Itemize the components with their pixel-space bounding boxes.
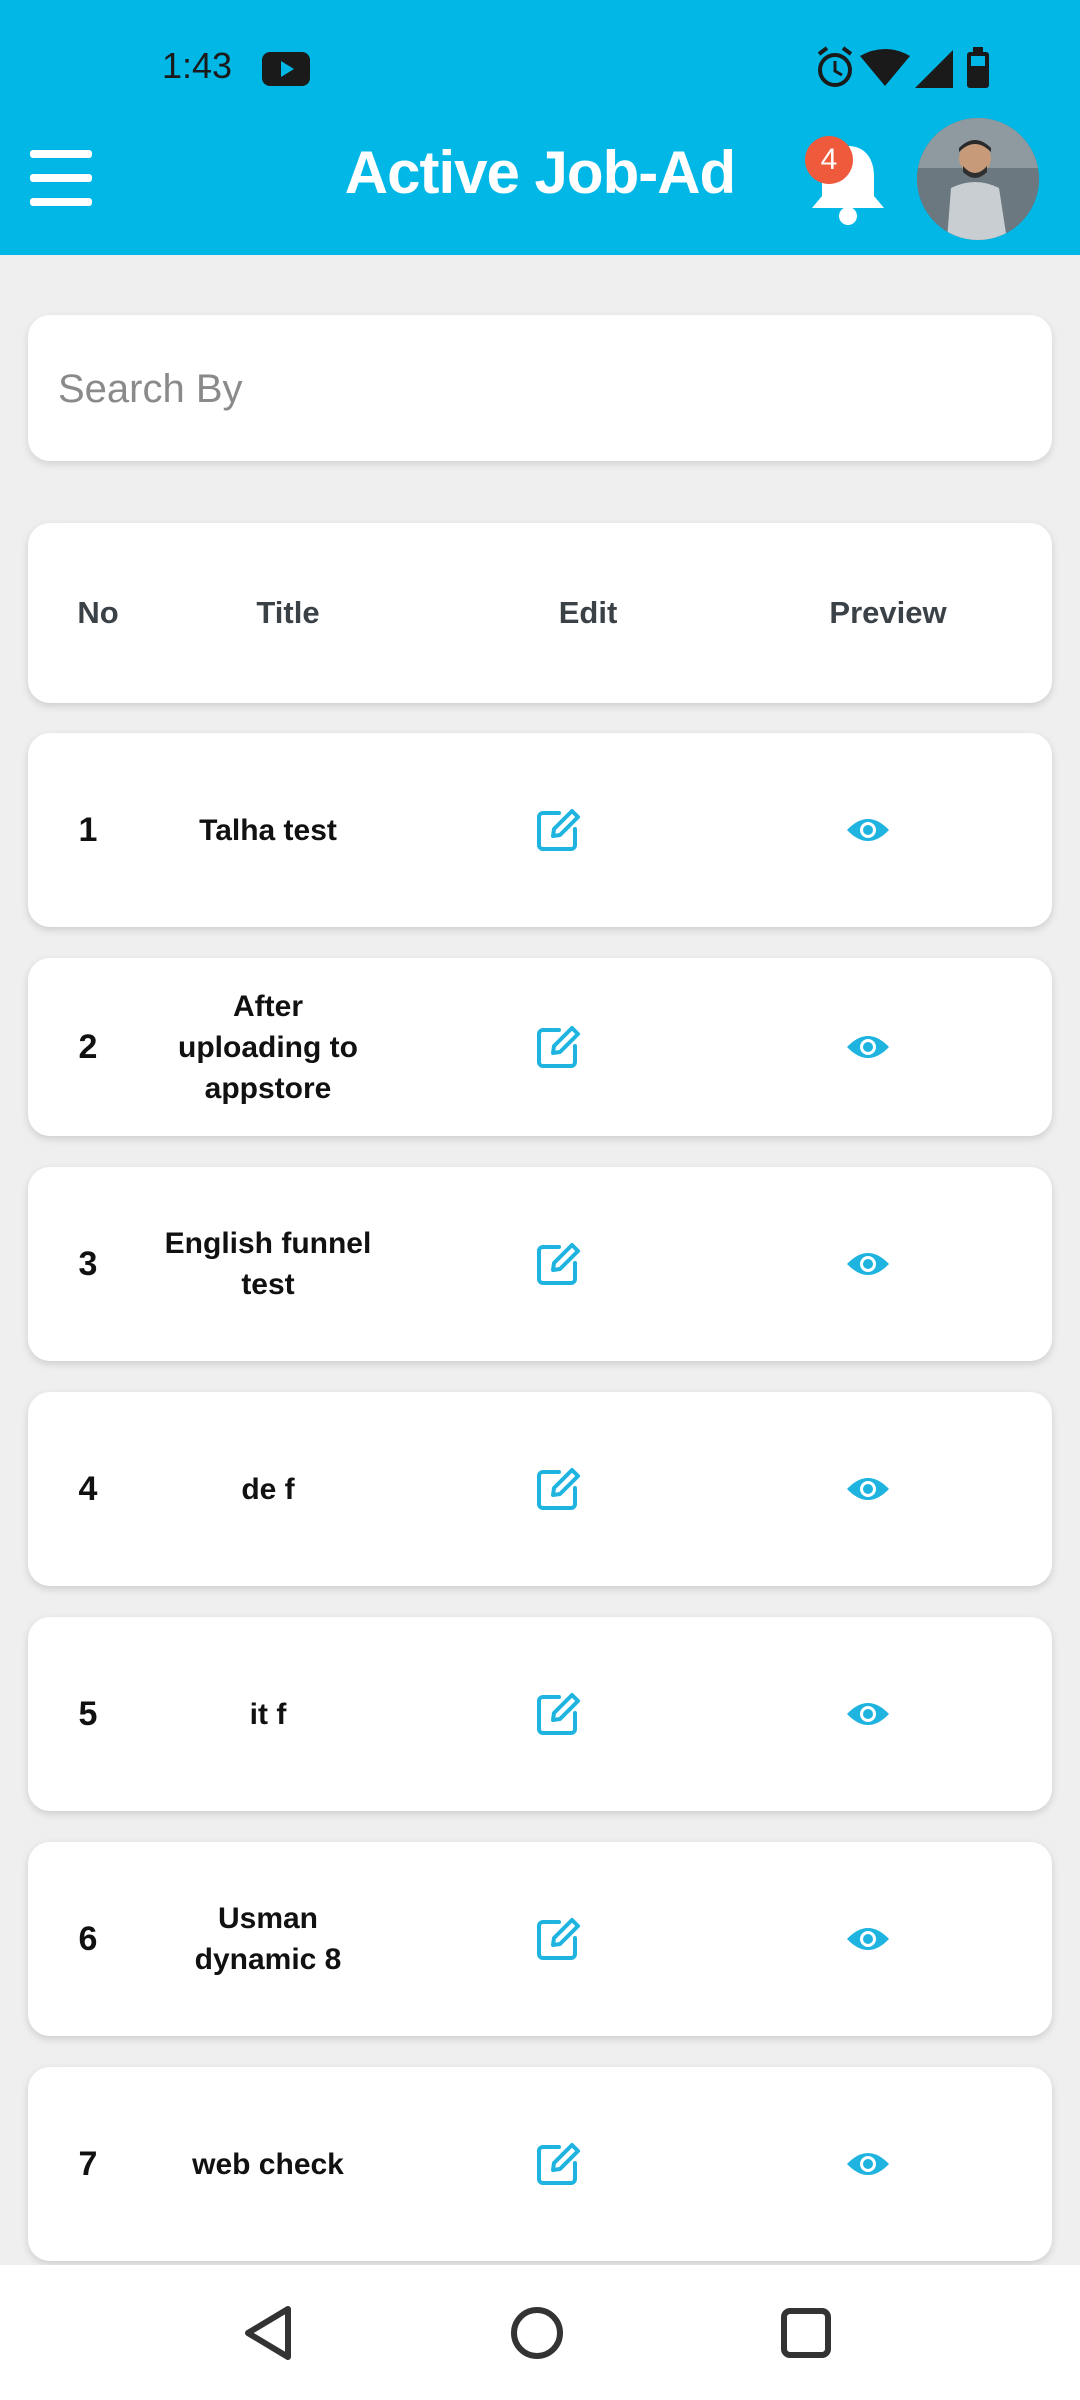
- edit-pencil-icon[interactable]: [533, 1239, 583, 1289]
- edit-pencil-icon[interactable]: [533, 805, 583, 855]
- edit-pencil-icon[interactable]: [533, 2139, 583, 2189]
- signal-icon: [915, 50, 953, 88]
- edit-pencil-icon[interactable]: [533, 1689, 583, 1739]
- eye-icon[interactable]: [845, 814, 891, 846]
- row-title: After uploading to appstore: [178, 989, 358, 1105]
- row-title: web check: [192, 2147, 344, 2181]
- row-title: de f: [241, 1472, 295, 1506]
- table-row: 1 Talha test: [28, 733, 1052, 927]
- eye-icon[interactable]: [845, 2148, 891, 2180]
- edit-pencil-icon[interactable]: [533, 1914, 583, 1964]
- eye-icon[interactable]: [845, 1031, 891, 1063]
- edit-pencil-icon[interactable]: [533, 1464, 583, 1514]
- row-number: 7: [78, 2144, 98, 2183]
- header-preview: Preview: [829, 595, 947, 630]
- row-title: Talha test: [199, 813, 337, 847]
- search-input[interactable]: [56, 315, 1020, 463]
- app-header: 1:43 Active Job-Ad 4: [0, 0, 1080, 255]
- table-row: 6 Usman dynamic 8: [28, 1842, 1052, 2036]
- table-header: No Title Edit Preview: [28, 523, 1052, 703]
- header-title: Title: [256, 595, 320, 630]
- avatar-image: [917, 118, 1039, 240]
- row-number: 6: [78, 1919, 98, 1958]
- battery-icon: [967, 47, 989, 88]
- circle-home-icon: [511, 2307, 563, 2359]
- status-time: 1:43: [162, 45, 233, 86]
- row-number: 1: [78, 810, 98, 849]
- nav-back-button[interactable]: [228, 2293, 308, 2373]
- row-title: English funnel test: [164, 1227, 372, 1301]
- nav-recents-button[interactable]: [766, 2293, 846, 2373]
- table-row: 4 de f: [28, 1392, 1052, 1586]
- wifi-icon: [860, 49, 910, 86]
- notification-badge: 4: [805, 136, 853, 184]
- row-title: it f: [249, 1697, 287, 1731]
- table-row: 7 web check: [28, 2067, 1052, 2261]
- alarm-icon: [817, 46, 853, 87]
- eye-icon[interactable]: [845, 1248, 891, 1280]
- square-recents-icon: [781, 2308, 831, 2358]
- table-row: 3 English funnel test: [28, 1167, 1052, 1361]
- youtube-notification-icon: [262, 52, 310, 86]
- row-number: 5: [78, 1694, 98, 1733]
- table-row: 5 it f: [28, 1617, 1052, 1811]
- edit-pencil-icon[interactable]: [533, 1022, 583, 1072]
- row-number: 4: [78, 1469, 98, 1508]
- triangle-back-icon: [245, 2306, 291, 2360]
- eye-icon[interactable]: [845, 1698, 891, 1730]
- row-number: 3: [78, 1244, 98, 1283]
- header-no: No: [77, 595, 119, 630]
- avatar[interactable]: [917, 118, 1039, 240]
- row-number: 2: [78, 1027, 98, 1066]
- search-box: [28, 315, 1052, 463]
- status-icons: [817, 46, 989, 88]
- system-navigation-bar: [0, 2265, 1080, 2400]
- eye-icon[interactable]: [845, 1923, 891, 1955]
- nav-home-button[interactable]: [497, 2293, 577, 2373]
- header-edit: Edit: [558, 595, 618, 630]
- table-row: 2 After uploading to appstore: [28, 958, 1052, 1136]
- row-title: Usman dynamic 8: [194, 1902, 342, 1976]
- eye-icon[interactable]: [845, 1473, 891, 1505]
